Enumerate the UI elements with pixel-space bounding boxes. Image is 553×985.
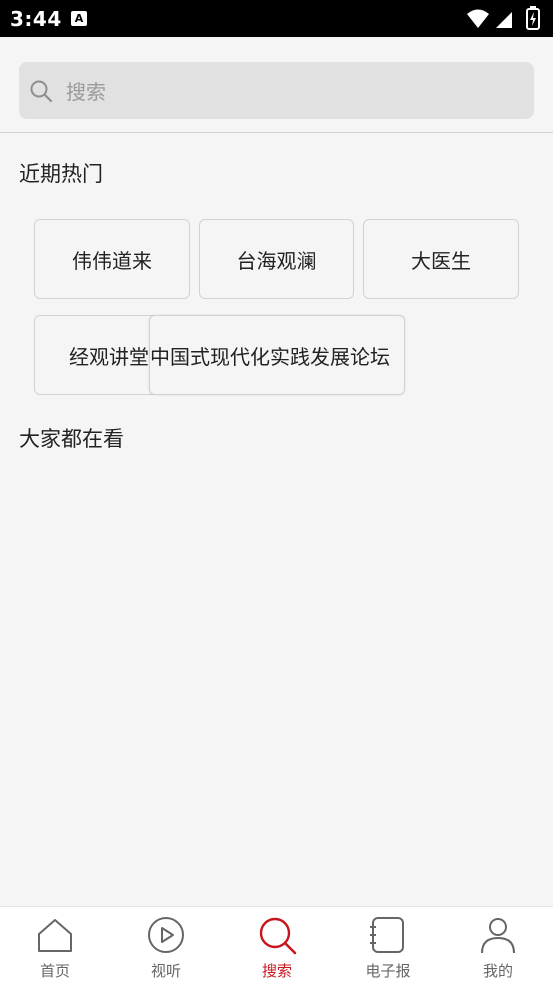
user-icon (481, 918, 515, 954)
nav-e-paper[interactable]: 电子报 (333, 907, 443, 985)
home-icon (38, 919, 72, 952)
nav-label: 首页 (39, 962, 70, 980)
play-icon (148, 917, 184, 953)
nav-label: 我的 (482, 962, 513, 980)
app-notification-icon: A (71, 11, 87, 26)
nav-label: 视听 (150, 962, 181, 980)
recent-hot-title: 近期热门 (19, 162, 103, 186)
hot-tag[interactable]: 中国式现代化实践发展论坛 (149, 315, 405, 395)
status-time: 3:44 (10, 7, 62, 31)
nav-home[interactable]: 首页 (0, 907, 110, 985)
status-icons (467, 6, 540, 30)
wifi-icon (467, 9, 489, 28)
hot-tag[interactable]: 伟伟道来 (34, 219, 190, 299)
newspaper-icon (370, 917, 404, 953)
everyone-watching-title: 大家都在看 (19, 427, 124, 451)
signal-icon (496, 12, 512, 28)
nav-mine[interactable]: 我的 (443, 907, 553, 985)
battery-icon (526, 6, 540, 30)
search-icon (30, 80, 53, 103)
nav-av[interactable]: 视听 (111, 907, 221, 985)
nav-label: 搜索 (261, 962, 292, 980)
hot-tag[interactable]: 大医生 (363, 219, 519, 299)
status-bar: 3:44 A (0, 0, 553, 37)
bottom-nav: 首页 视听 搜索 电子报 我的 (0, 906, 553, 985)
search-bar[interactable] (19, 62, 534, 121)
hot-tag[interactable]: 台海观澜 (199, 219, 354, 299)
search-input[interactable] (64, 62, 528, 121)
divider (0, 132, 553, 133)
nav-search[interactable]: 搜索 (222, 907, 332, 985)
nav-label: 电子报 (365, 962, 411, 980)
search-icon (259, 917, 297, 955)
